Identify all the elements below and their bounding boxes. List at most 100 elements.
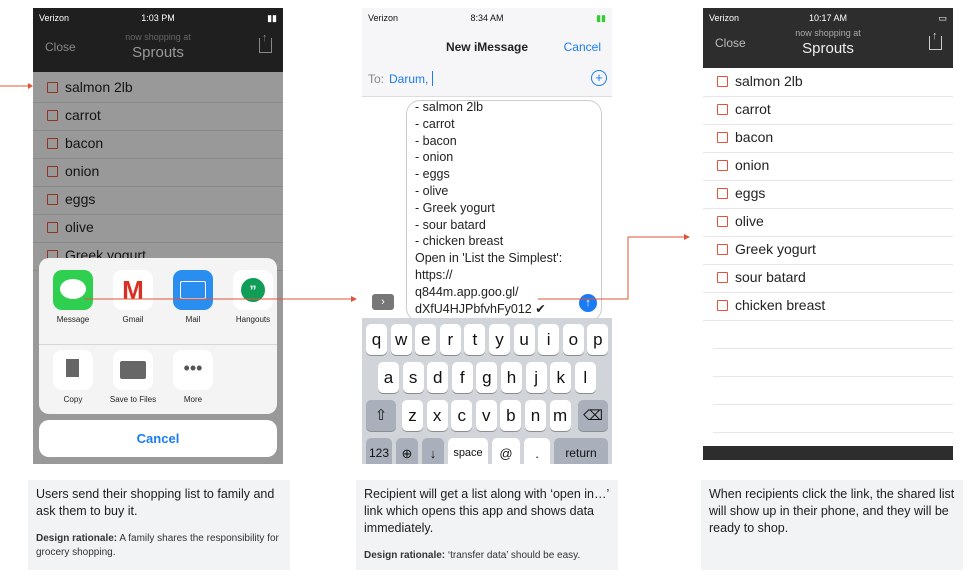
list-item[interactable]: chicken breast [703, 292, 953, 321]
design-rationale: Design rationale: A family shares the re… [36, 532, 282, 560]
key-m[interactable]: m [549, 400, 571, 431]
key-r[interactable]: r [439, 324, 461, 355]
copy-action-icon[interactable] [53, 350, 93, 390]
gmail-app-icon[interactable]: M [113, 270, 153, 310]
message-line: - sour batard [415, 217, 486, 232]
space-key[interactable]: space [448, 438, 488, 464]
numbers-key[interactable]: 123 [366, 438, 392, 464]
key-i[interactable]: i [538, 324, 560, 355]
dot-key[interactable]: . [524, 438, 550, 464]
share-app-label: Mail [185, 315, 201, 324]
key-x[interactable]: x [426, 400, 448, 431]
item-label: chicken breast [735, 297, 826, 313]
key-c[interactable]: c [451, 400, 473, 431]
backspace-key-icon[interactable]: ⌫ [578, 400, 608, 431]
checkbox-icon[interactable] [717, 244, 728, 255]
cancel-button[interactable]: Cancel [39, 420, 277, 457]
microphone-key-icon[interactable]: ↓ [422, 438, 444, 464]
globe-key-icon[interactable]: ⊕ [396, 438, 418, 464]
key-o[interactable]: o [562, 324, 584, 355]
list-item[interactable]: eggs [703, 180, 953, 209]
checkbox-icon[interactable] [717, 104, 728, 115]
key-v[interactable]: v [475, 400, 497, 431]
list-item[interactable]: bacon [703, 124, 953, 153]
more-action-icon[interactable]: ••• [173, 350, 213, 390]
apps-expand-button[interactable]: › [372, 294, 394, 310]
key-z[interactable]: z [402, 400, 423, 431]
gmail-m-icon: M [122, 275, 144, 305]
send-button[interactable]: ↑ [579, 294, 597, 312]
recipient-token[interactable]: Darum, [389, 72, 428, 86]
key-t[interactable]: t [464, 324, 486, 355]
message-line: https:// [415, 268, 453, 282]
battery-icon: ▮▮ [596, 13, 606, 23]
status-bar: Verizon 10:17 AM ▭ [703, 8, 953, 28]
empty-row-divider [713, 404, 953, 405]
message-line: - carrot [415, 116, 455, 131]
list-item[interactable]: salmon 2lb [703, 68, 953, 97]
message-line: Open in 'List the Simplest': [415, 251, 563, 266]
checkbox-icon[interactable] [717, 160, 728, 171]
item-label: Greek yogurt [735, 241, 816, 257]
key-k[interactable]: k [550, 362, 572, 393]
message-bubble[interactable]: - salmon 2lb - carrot - bacon - onion - eggs… [406, 100, 602, 322]
list-item[interactable]: sour batard [703, 264, 953, 293]
key-e[interactable]: e [415, 324, 437, 355]
key-s[interactable]: s [402, 362, 424, 393]
message-line: - onion [415, 150, 454, 165]
ellipsis-icon: ••• [183, 358, 203, 378]
item-label: sour batard [735, 269, 806, 285]
folder-icon [120, 361, 146, 379]
item-label: bacon [735, 129, 774, 145]
list-item[interactable]: onion [703, 152, 953, 181]
key-b[interactable]: b [500, 400, 522, 431]
mail-app-icon[interactable] [173, 270, 213, 310]
list-item[interactable]: olive [703, 208, 953, 237]
bottom-bar [703, 446, 953, 460]
key-y[interactable]: y [489, 324, 510, 355]
key-h[interactable]: h [501, 362, 522, 393]
message-line: - olive [415, 184, 449, 198]
caption-step-2: Recipient will get a list along with ‘op… [356, 480, 618, 570]
checkbox-icon[interactable] [717, 300, 728, 311]
store-title: Sprouts [132, 44, 184, 61]
empty-row-divider [713, 376, 953, 377]
list-item[interactable]: carrot [703, 96, 953, 125]
checkbox-icon[interactable] [717, 272, 728, 283]
key-j[interactable]: j [525, 362, 547, 393]
key-n[interactable]: n [525, 400, 546, 431]
key-p[interactable]: p [587, 324, 609, 355]
key-l[interactable]: l [574, 362, 596, 393]
checkbox-icon[interactable] [717, 188, 728, 199]
hangouts-app-icon[interactable]: ” [233, 270, 273, 310]
keyboard: q w e r t y u i o p a s d f g h j k l ⇧ z x c v b n m ⌫ 123 ⊕ ↓ space @.… [362, 318, 612, 464]
key-u[interactable]: u [513, 324, 535, 355]
cancel-button[interactable]: Cancel [564, 40, 601, 54]
checkbox-icon[interactable] [717, 132, 728, 143]
checkbox-icon[interactable] [717, 76, 728, 87]
key-w[interactable]: w [390, 324, 412, 355]
key-q[interactable]: q [366, 324, 387, 355]
key-g[interactable]: g [476, 362, 498, 393]
battery-icon: ▮▮ [267, 13, 277, 23]
add-contact-icon[interactable]: + [591, 70, 607, 86]
message-line: dXfU4HJPbfvhFy012 ✔ [415, 301, 546, 316]
header-subtitle: now shopping at [125, 32, 191, 42]
key-d[interactable]: d [427, 362, 449, 393]
to-label: To: [368, 72, 385, 86]
key-f[interactable]: f [451, 362, 473, 393]
at-key[interactable]: @ [492, 438, 520, 464]
checkbox-icon[interactable] [717, 216, 728, 227]
text-cursor [432, 71, 433, 86]
files-action-icon[interactable] [113, 350, 153, 390]
return-key[interactable]: return [554, 438, 608, 464]
list-item[interactable]: Greek yogurt [703, 236, 953, 265]
key-a[interactable]: a [378, 362, 399, 393]
messages-app-icon[interactable] [53, 270, 93, 310]
share-arrow-icon: ↑ [932, 30, 938, 42]
battery-icon: ▭ [938, 13, 947, 23]
shift-key-icon[interactable]: ⇧ [366, 400, 396, 431]
caption-text: When recipients click the link, the shar… [709, 487, 955, 535]
status-time: 8:34 AM [470, 13, 504, 23]
to-field[interactable]: To: Darum, + [362, 62, 612, 97]
